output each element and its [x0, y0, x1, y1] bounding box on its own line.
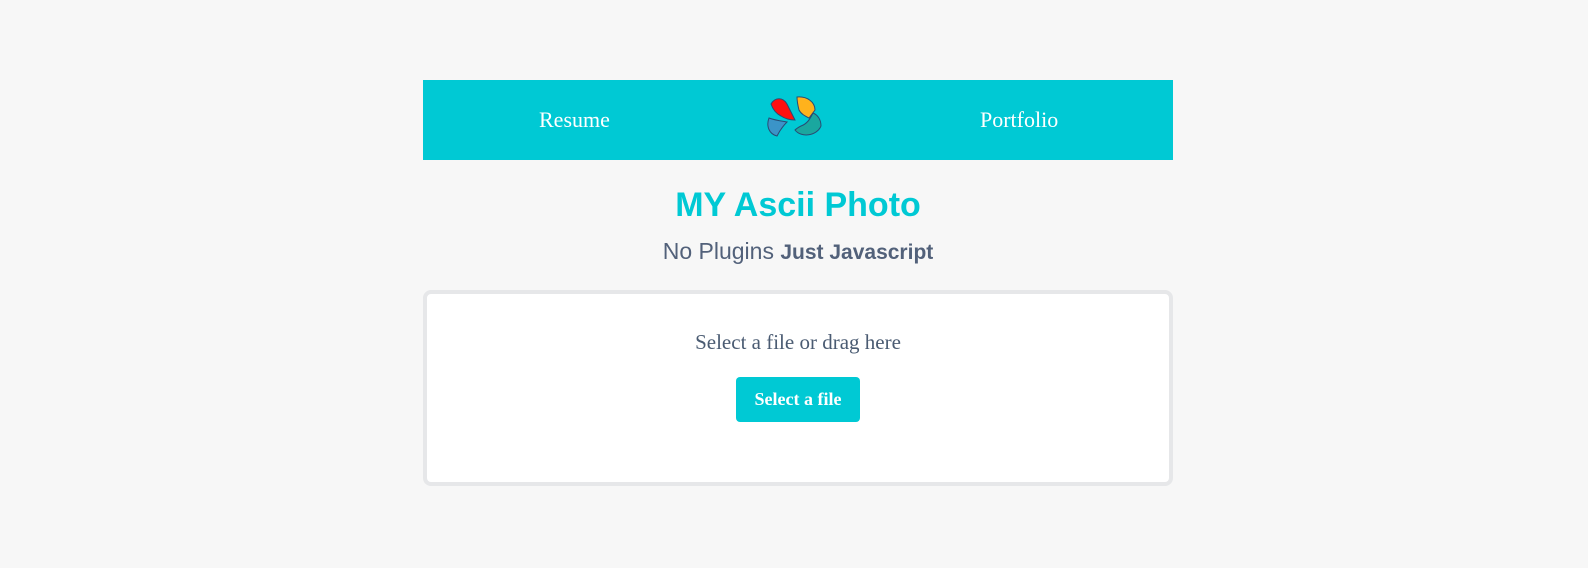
- select-file-button[interactable]: Select a file: [736, 377, 860, 422]
- nav-portfolio-link[interactable]: Portfolio: [980, 80, 1058, 160]
- page-title: MY Ascii Photo: [675, 186, 921, 224]
- nav-resume-link[interactable]: Resume: [539, 80, 610, 160]
- file-drop-zone[interactable]: Select a file or drag here Select a file: [423, 290, 1173, 486]
- colorful-flower-logo-icon[interactable]: [765, 96, 823, 138]
- file-drop-prompt: Select a file or drag here: [695, 330, 901, 354]
- top-navbar: Resume Portfolio: [423, 80, 1173, 160]
- page-subtitle: No Plugins Just Javascript: [423, 236, 1173, 266]
- subtitle-strong-text: Just Javascript: [780, 241, 934, 264]
- page-container: Resume Portfolio MY Ascii Photo No Plugi…: [423, 80, 1173, 486]
- subtitle-plain-text: No Plugins: [662, 238, 774, 264]
